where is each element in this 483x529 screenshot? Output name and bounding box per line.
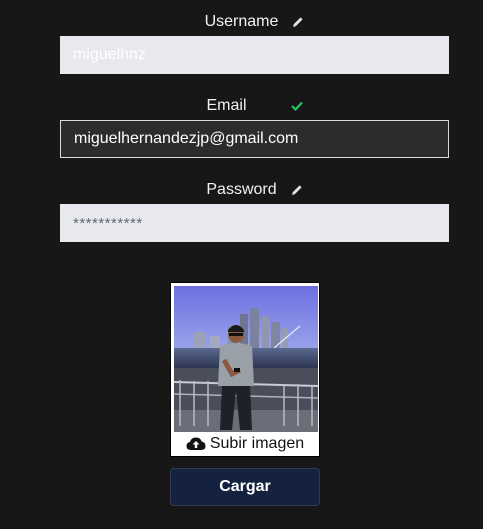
avatar-photo (174, 286, 318, 432)
submit-button[interactable]: Cargar (170, 468, 320, 506)
upload-image-button[interactable]: Subir imagen (171, 432, 319, 456)
password-value: *********** (73, 214, 143, 232)
email-value: miguelhernandezjp@gmail.com (74, 130, 299, 147)
pencil-icon[interactable] (292, 16, 304, 28)
username-value: miguelhnz (73, 46, 146, 63)
email-label-row: Email (0, 96, 483, 116)
pencil-icon[interactable] (291, 184, 303, 196)
cloud-upload-icon (186, 436, 206, 452)
check-icon (290, 101, 303, 111)
upload-image-label: Subir imagen (209, 435, 305, 452)
email-label: Email (206, 97, 247, 114)
email-input[interactable]: miguelhernandezjp@gmail.com (60, 120, 449, 158)
password-label: Password (206, 181, 277, 198)
avatar-card: Subir imagen (170, 282, 320, 457)
password-label-row: Password (0, 180, 483, 200)
password-input[interactable]: *********** (60, 204, 449, 242)
username-label: Username (204, 13, 279, 30)
username-input[interactable]: miguelhnz (60, 36, 449, 74)
username-label-row: Username (0, 12, 483, 32)
